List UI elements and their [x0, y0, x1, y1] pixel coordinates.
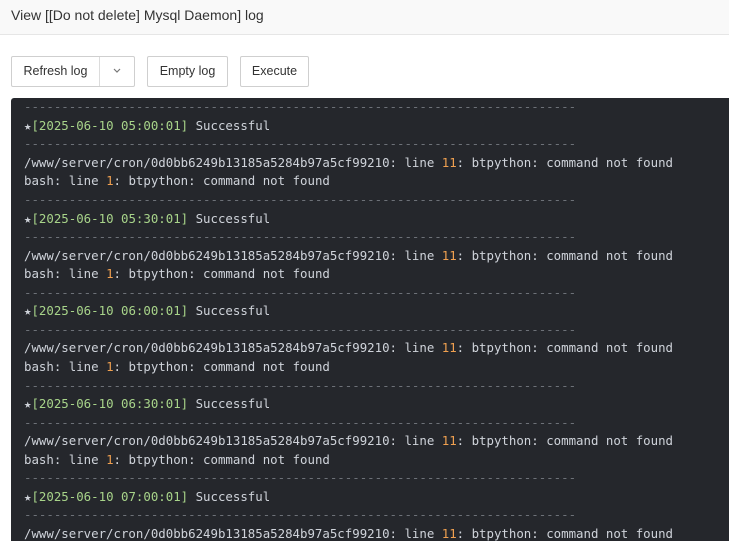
- refresh-log-button[interactable]: Refresh log: [12, 57, 99, 86]
- log-error-line: /www/server/cron/0d0bb6249b13185a5284b97…: [24, 340, 674, 355]
- line-number: 11: [441, 340, 457, 355]
- log-bash-line: bash: line 1: btpython: command not foun…: [24, 359, 330, 374]
- log-error-line: /www/server/cron/0d0bb6249b13185a5284b97…: [24, 155, 674, 170]
- log-status: Successful: [188, 396, 271, 411]
- log-status: Successful: [188, 489, 271, 504]
- log-separator: ----------------------------------------…: [24, 99, 577, 114]
- log-entry-header: ★[2025-06-10 06:30:01] Successful: [24, 395, 270, 413]
- log-separator: ----------------------------------------…: [24, 136, 577, 151]
- log-bash-line: bash: line 1: btpython: command not foun…: [24, 173, 330, 188]
- dialog-header: View [[Do not delete] Mysql Daemon] log: [0, 0, 729, 35]
- dialog-title: View [[Do not delete] Mysql Daemon] log: [11, 7, 264, 23]
- log-bash-line: bash: line 1: btpython: command not foun…: [24, 266, 330, 281]
- log-timestamp: [2025-06-10 06:30:01]: [31, 396, 189, 411]
- log-status: Successful: [188, 211, 271, 226]
- line-number: 1: [106, 452, 114, 467]
- line-number: 11: [441, 248, 457, 263]
- log-timestamp: [2025-06-10 05:30:01]: [31, 211, 189, 226]
- line-number: 11: [441, 526, 457, 541]
- chevron-down-icon: [113, 68, 121, 73]
- line-number: 11: [441, 155, 457, 170]
- empty-log-button[interactable]: Empty log: [147, 56, 228, 87]
- log-entry-header: ★[2025-06-10 05:00:01] Successful: [24, 117, 270, 135]
- log-error-line: /www/server/cron/0d0bb6249b13185a5284b97…: [24, 248, 674, 263]
- log-timestamp: [2025-06-10 06:00:01]: [31, 303, 189, 318]
- log-separator: ----------------------------------------…: [24, 415, 577, 430]
- line-number: 11: [441, 433, 457, 448]
- log-error-line: /www/server/cron/0d0bb6249b13185a5284b97…: [24, 433, 674, 448]
- execute-button[interactable]: Execute: [240, 56, 309, 87]
- log-entry-header: ★[2025-06-10 06:00:01] Successful: [24, 302, 270, 320]
- line-number: 1: [106, 359, 114, 374]
- log-timestamp: [2025-06-10 07:00:01]: [31, 489, 189, 504]
- line-number: 1: [106, 173, 114, 188]
- log-output[interactable]: ----------------------------------------…: [11, 98, 729, 541]
- log-entry-header: ★[2025-06-10 05:30:01] Successful: [24, 210, 270, 228]
- log-separator: ----------------------------------------…: [24, 470, 577, 485]
- log-separator: ----------------------------------------…: [24, 229, 577, 244]
- log-separator: ----------------------------------------…: [24, 322, 577, 337]
- log-status: Successful: [188, 118, 271, 133]
- log-separator: ----------------------------------------…: [24, 507, 577, 522]
- log-entry-header: ★[2025-06-10 07:00:01] Successful: [24, 488, 270, 506]
- refresh-log-split-button: Refresh log: [11, 56, 135, 87]
- log-status: Successful: [188, 303, 271, 318]
- log-bash-line: bash: line 1: btpython: command not foun…: [24, 452, 330, 467]
- log-separator: ----------------------------------------…: [24, 285, 577, 300]
- log-separator: ----------------------------------------…: [24, 378, 577, 393]
- line-number: 1: [106, 266, 114, 281]
- log-error-line: /www/server/cron/0d0bb6249b13185a5284b97…: [24, 526, 674, 541]
- log-timestamp: [2025-06-10 05:00:01]: [31, 118, 189, 133]
- log-separator: ----------------------------------------…: [24, 192, 577, 207]
- refresh-options-dropdown[interactable]: [100, 57, 134, 86]
